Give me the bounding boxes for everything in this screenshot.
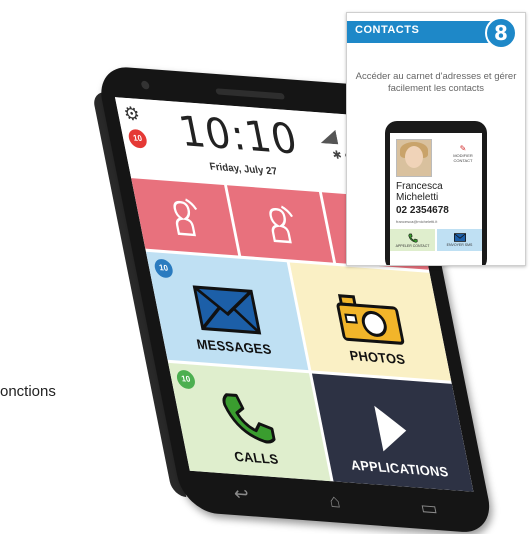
clock-date: Friday, July 27 (208, 161, 279, 178)
favorite-contact-2[interactable] (226, 185, 334, 263)
calls-badge: 10 (175, 369, 197, 390)
photos-label: PHOTOS (348, 347, 407, 368)
inset-description: Accéder au carnet d'adresses et gérer fa… (355, 71, 517, 94)
applications-label: APPLICATIONS (349, 457, 450, 480)
favorite-contact-1[interactable] (131, 178, 238, 256)
contact-phone-number: 02 2354678 (396, 205, 449, 216)
app-tile-grid: 10 MESSAGES PHOTOS 10 CALLS APPLICATIONS (145, 251, 474, 492)
earpiece-speaker (215, 88, 286, 100)
contact-detail-screen: ✎ MODIFIER CONTACT Francesca Micheletti … (390, 133, 482, 265)
clock-time: 10:10 (174, 107, 303, 165)
person-phone-icon (269, 205, 294, 244)
calls-tile[interactable]: 10 CALLS (168, 362, 331, 482)
envelope-icon (192, 285, 261, 335)
front-camera (140, 80, 151, 90)
gear-icon[interactable]: ⚙ (122, 103, 142, 125)
play-arrow-icon (374, 405, 407, 452)
messages-badge: 10 (153, 258, 175, 279)
notification-badge[interactable]: 10 (127, 128, 149, 149)
signal-icon (320, 129, 339, 145)
contact-email: francesca@micheletti.it (396, 219, 438, 224)
messages-label: MESSAGES (195, 336, 273, 358)
back-icon[interactable]: ↩ (232, 483, 251, 506)
phone-handset-icon (222, 393, 276, 444)
inset-title: CONTACTS (355, 24, 420, 36)
contact-first-name: Francesca (396, 181, 443, 192)
edit-contact-label: MODIFIER CONTACT (453, 153, 473, 163)
mini-phone-mockup: ✎ MODIFIER CONTACT Francesca Micheletti … (385, 121, 487, 265)
message-contact-label: ENVOYER SMS (446, 243, 473, 247)
contact-name: Francesca Micheletti (396, 181, 443, 203)
call-contact-button[interactable]: APPELER CONTACT (390, 229, 435, 251)
calls-label: CALLS (232, 448, 280, 468)
applications-tile[interactable]: APPLICATIONS (311, 373, 474, 492)
messages-tile[interactable]: 10 MESSAGES (145, 251, 308, 371)
call-contact-label: APPELER CONTACT (395, 243, 430, 248)
contact-actions: APPELER CONTACT ENVOYER SMS (390, 229, 482, 251)
home-icon[interactable]: ⌂ (327, 490, 342, 513)
contacts-inset-card: CONTACTS 8 Accéder au carnet d'adresses … (346, 12, 526, 266)
envelope-icon (453, 233, 466, 242)
inset-header: CONTACTS 8 (347, 13, 525, 49)
phone-handset-icon (407, 233, 418, 243)
partial-caption-text: onctions (0, 383, 56, 400)
message-contact-button[interactable]: ENVOYER SMS (437, 229, 482, 251)
contact-last-name: Micheletti (396, 192, 439, 203)
recent-apps-icon[interactable]: ▭ (418, 496, 439, 519)
pencil-icon: ✎ (459, 144, 467, 153)
app-logo-icon: 8 (485, 17, 517, 49)
photos-tile[interactable]: PHOTOS (289, 262, 452, 381)
camera-icon (336, 294, 405, 345)
edit-contact-button[interactable]: ✎ MODIFIER CONTACT (448, 144, 478, 164)
contact-photo (396, 139, 432, 177)
person-phone-icon (173, 198, 198, 237)
